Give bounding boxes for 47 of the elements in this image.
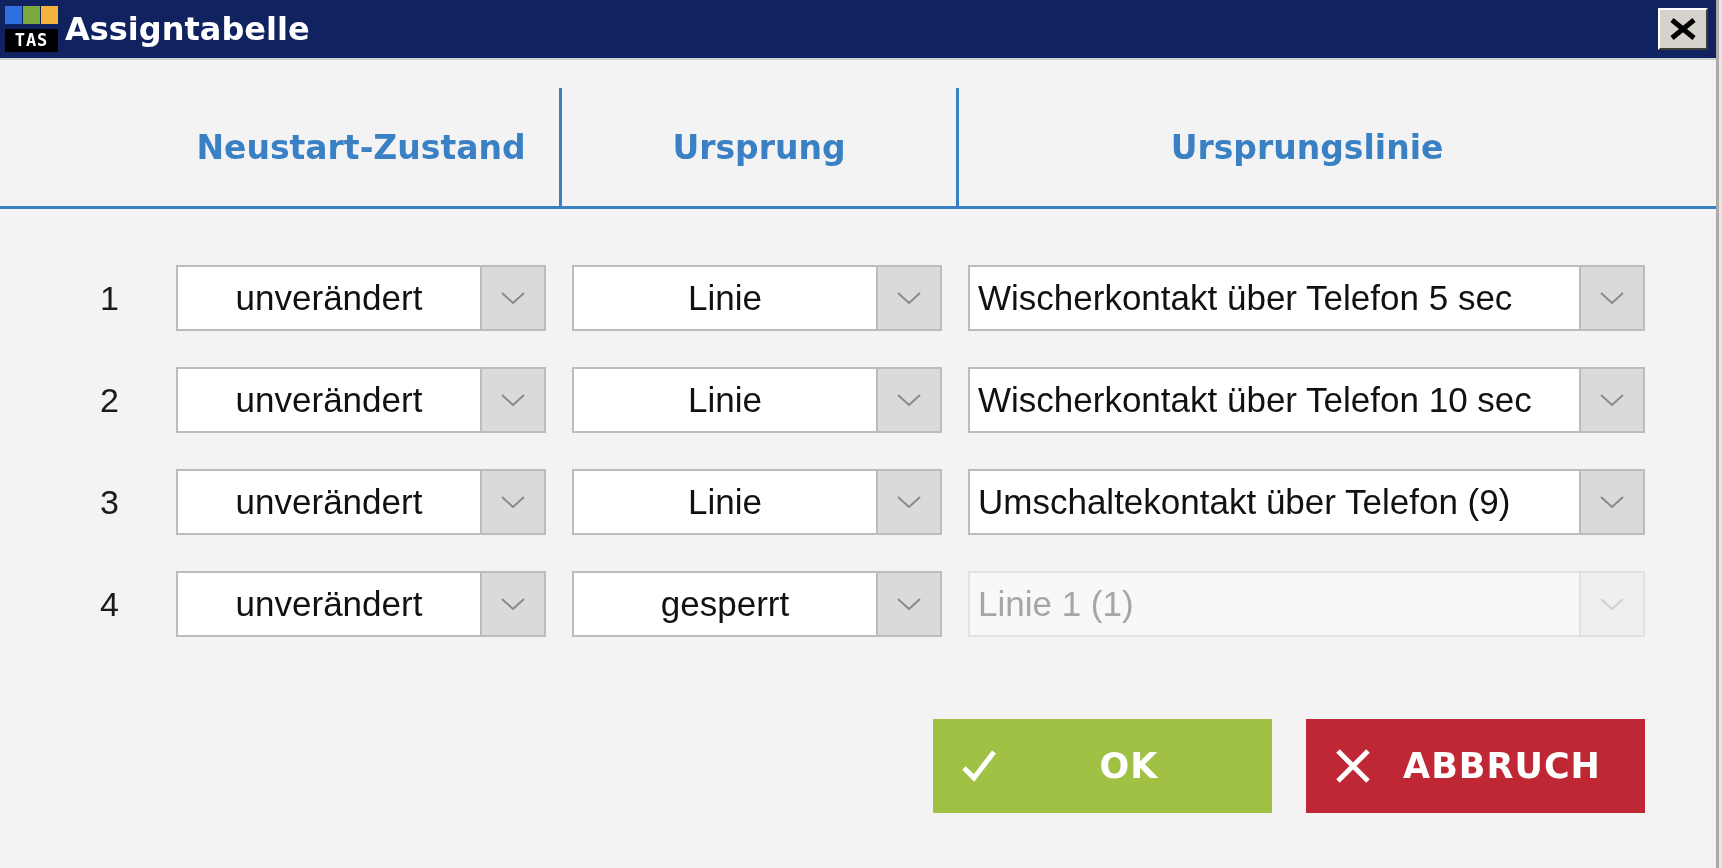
dropdown-button[interactable] bbox=[480, 267, 544, 329]
dropdown[interactable]: Linie bbox=[572, 469, 942, 535]
dropdown-button[interactable] bbox=[1579, 471, 1643, 533]
dropdown-button[interactable] bbox=[480, 471, 544, 533]
logo-squares-icon bbox=[5, 6, 58, 24]
logo-text: TAS bbox=[5, 29, 58, 52]
chevron-down-icon bbox=[1600, 496, 1624, 508]
window-title: Assigntabelle bbox=[65, 10, 310, 48]
column-header: Neustart-Zustand bbox=[196, 127, 526, 167]
cancel-button[interactable]: ABBRUCH bbox=[1306, 719, 1645, 813]
chevron-down-icon bbox=[1600, 394, 1624, 406]
column-header: Ursprung bbox=[672, 127, 846, 167]
chevron-down-icon bbox=[501, 496, 525, 508]
row-number: 3 bbox=[100, 482, 119, 522]
dropdown[interactable]: Umschaltekontakt über Telefon (9) bbox=[968, 469, 1645, 535]
dropdown-button[interactable] bbox=[1579, 369, 1643, 431]
row-number: 2 bbox=[100, 380, 119, 420]
chevron-down-icon bbox=[897, 292, 921, 304]
dropdown[interactable]: unverändert bbox=[176, 367, 546, 433]
dropdown-button[interactable] bbox=[876, 573, 940, 635]
dropdown[interactable]: gesperrt bbox=[572, 571, 942, 637]
dropdown-button[interactable] bbox=[480, 369, 544, 431]
close-button[interactable] bbox=[1658, 8, 1708, 50]
dropdown-button[interactable] bbox=[1579, 267, 1643, 329]
chevron-down-icon bbox=[501, 598, 525, 610]
dropdown[interactable]: unverändert bbox=[176, 469, 546, 535]
dropdown[interactable]: Wischerkontakt über Telefon 5 sec bbox=[968, 265, 1645, 331]
dropdown[interactable]: Wischerkontakt über Telefon 10 sec bbox=[968, 367, 1645, 433]
row-number: 4 bbox=[100, 584, 119, 624]
row-number: 1 bbox=[100, 278, 119, 318]
dropdown-button[interactable] bbox=[876, 369, 940, 431]
chevron-down-icon bbox=[501, 394, 525, 406]
chevron-down-icon bbox=[501, 292, 525, 304]
chevron-down-icon bbox=[1600, 292, 1624, 304]
close-icon bbox=[1670, 18, 1696, 40]
dropdown-button[interactable] bbox=[480, 573, 544, 635]
column-header: Ursprungslinie bbox=[1170, 127, 1444, 167]
dropdown[interactable]: Linie bbox=[572, 265, 942, 331]
dropdown[interactable]: Linie bbox=[572, 367, 942, 433]
chevron-down-icon bbox=[897, 394, 921, 406]
chevron-down-icon bbox=[897, 496, 921, 508]
chevron-down-icon bbox=[1600, 598, 1624, 610]
chevron-down-icon bbox=[897, 598, 921, 610]
dropdown-button[interactable] bbox=[876, 471, 940, 533]
dropdown[interactable]: unverändert bbox=[176, 265, 546, 331]
dropdown-button[interactable] bbox=[876, 267, 940, 329]
dropdown[interactable]: unverändert bbox=[176, 571, 546, 637]
